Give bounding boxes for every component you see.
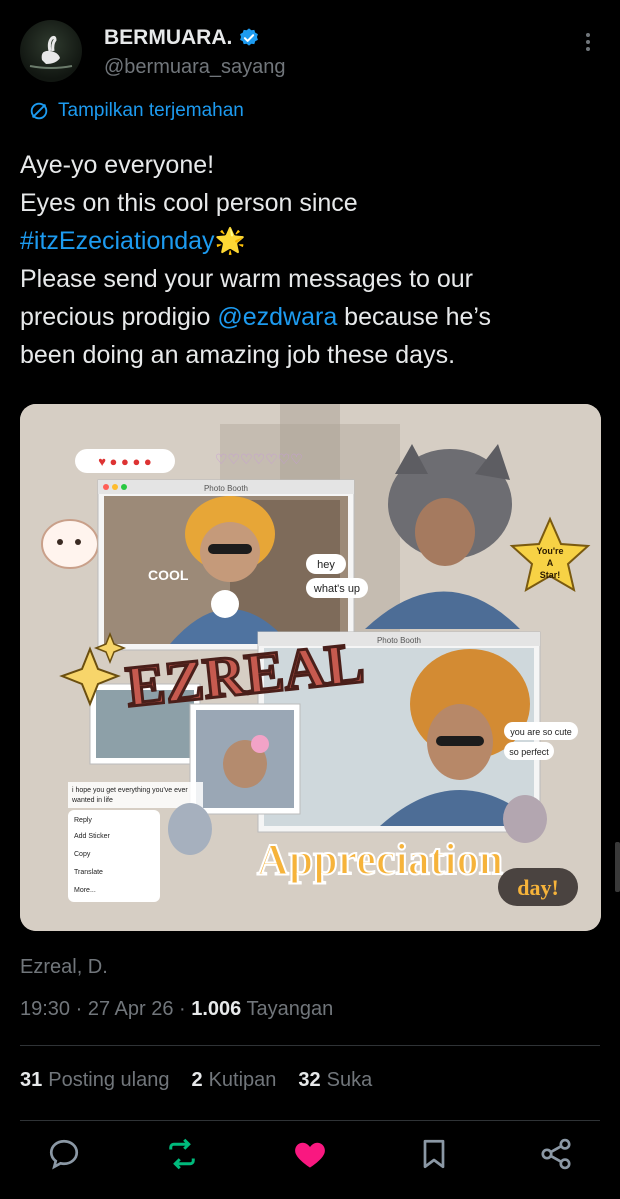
reply-icon[interactable] bbox=[46, 1136, 82, 1172]
author-display-name[interactable]: BERMUARA. bbox=[104, 26, 232, 50]
show-translation-link[interactable]: Tampilkan terjemahan bbox=[28, 100, 244, 122]
tweet-header: BERMUARA. @bermuara_sayang bbox=[20, 20, 600, 84]
tweet-line: Aye-yo everyone! bbox=[20, 151, 215, 179]
menu-item: Translate bbox=[74, 869, 103, 876]
tweet-line: Please send your warm messages to our bbox=[20, 265, 473, 293]
divider bbox=[20, 1120, 600, 1121]
divider bbox=[20, 1045, 600, 1046]
menu-item: Reply bbox=[74, 817, 92, 824]
star-text: Star! bbox=[540, 570, 561, 580]
mention-link[interactable]: @ezdwara bbox=[217, 303, 337, 331]
tweet-date[interactable]: 27 Apr 26 bbox=[88, 998, 174, 1020]
svg-text:♥ ● ● ● ●: ♥ ● ● ● ● bbox=[98, 454, 152, 469]
bubble-text: you are so cute bbox=[510, 727, 572, 737]
wish-text: wanted in life bbox=[71, 797, 113, 804]
bubble-text: hey bbox=[317, 559, 335, 571]
hashtag-link[interactable]: #itzEzeciationday bbox=[20, 227, 215, 255]
cool-sticker: COOL bbox=[148, 567, 189, 583]
svg-text:♡♡♡♡♡♡♡: ♡♡♡♡♡♡♡ bbox=[215, 451, 303, 467]
window-title: Photo Booth bbox=[377, 636, 421, 645]
likes-label: Suka bbox=[326, 1069, 373, 1091]
author-avatar[interactable] bbox=[20, 20, 82, 82]
window-title: Photo Booth bbox=[204, 484, 248, 493]
star-text: You're bbox=[537, 546, 564, 556]
translate-label: Tampilkan terjemahan bbox=[58, 100, 244, 121]
wish-text: i hope you get everything you've ever bbox=[72, 787, 188, 794]
bookmark-icon[interactable] bbox=[416, 1136, 452, 1172]
tweet-line: #itzEzeciationday🌟 bbox=[20, 222, 605, 260]
menu-item: More... bbox=[74, 887, 96, 894]
scrollbar-thumb[interactable] bbox=[615, 842, 620, 892]
action-bar bbox=[0, 1136, 620, 1176]
tweet-time[interactable]: 19:30 bbox=[20, 998, 70, 1020]
tweet-meta: 19:30 · 27 Apr 26 · 1.006 Tayangan bbox=[20, 998, 333, 1021]
reposts-count: 31 bbox=[20, 1069, 43, 1091]
menu-item: Copy bbox=[74, 851, 91, 858]
like-heart-icon[interactable] bbox=[292, 1136, 328, 1172]
translate-icon bbox=[30, 102, 48, 120]
quotes-stat[interactable]: 2 Kutipan bbox=[191, 1069, 276, 1092]
bubble-text: what's up bbox=[313, 583, 360, 595]
star-text: A bbox=[547, 558, 554, 568]
reposts-label: Posting ulang bbox=[48, 1069, 170, 1091]
separator-dot: · bbox=[179, 998, 192, 1020]
tweet-line: been doing an amazing job these days. bbox=[20, 341, 456, 369]
views-label: Tayangan bbox=[246, 998, 334, 1020]
repost-icon[interactable] bbox=[164, 1136, 200, 1172]
views-count: 1.006 bbox=[191, 998, 242, 1020]
appreciation-collage: ♥ ● ● ● ● ♡♡♡♡♡♡♡ Photo Booth COOL hey w… bbox=[20, 404, 601, 931]
tweet-text: Aye-yo everyone! Eyes on this cool perso… bbox=[20, 146, 605, 374]
likes-count: 32 bbox=[298, 1069, 321, 1091]
menu-item: Add Sticker bbox=[74, 833, 110, 840]
reposts-stat[interactable]: 31 Posting ulang bbox=[20, 1069, 169, 1092]
sparkle-emoji: 🌟 bbox=[214, 227, 246, 255]
bubble-text: so perfect bbox=[509, 747, 549, 757]
tweet-line: precious prodigio @ezdwara because he’s bbox=[20, 298, 605, 336]
quotes-count: 2 bbox=[191, 1069, 203, 1091]
separator-dot: · bbox=[75, 998, 88, 1020]
quotes-label: Kutipan bbox=[208, 1069, 277, 1091]
tweet-line: Eyes on this cool person since bbox=[20, 189, 358, 217]
author-handle[interactable]: @bermuara_sayang bbox=[104, 56, 286, 79]
tweet-text-fragment: precious prodigio bbox=[20, 303, 218, 331]
signature-text: Ezreal, D. bbox=[20, 956, 108, 978]
engagement-stats: 31 Posting ulang 2 Kutipan 32 Suka bbox=[20, 1069, 372, 1092]
share-icon[interactable] bbox=[538, 1136, 574, 1172]
more-options-icon[interactable] bbox=[576, 30, 600, 54]
day-label: day! bbox=[517, 875, 559, 900]
tweet-text-fragment: because he’s bbox=[337, 303, 492, 331]
swan-icon bbox=[29, 35, 73, 69]
verified-badge-icon bbox=[240, 28, 259, 46]
tweet-image[interactable]: ♥ ● ● ● ● ♡♡♡♡♡♡♡ Photo Booth COOL hey w… bbox=[20, 404, 601, 931]
likes-stat[interactable]: 32 Suka bbox=[298, 1069, 372, 1092]
appreciation-title: Appreciation bbox=[257, 835, 503, 884]
